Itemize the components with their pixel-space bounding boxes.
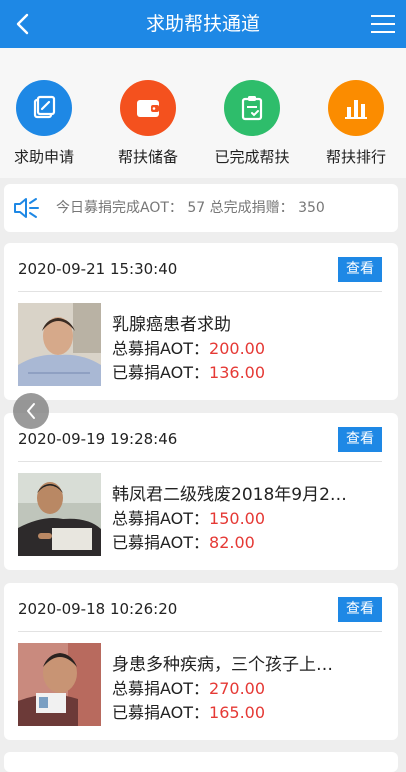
patient-photo xyxy=(18,473,101,556)
card-date: 2020-09-19 19:28:46 xyxy=(18,430,178,448)
quick-action-ranking[interactable]: 帮扶排行 xyxy=(306,80,406,167)
quick-action-label: 帮扶储备 xyxy=(117,148,178,166)
quick-action-label: 帮扶排行 xyxy=(325,148,386,166)
help-request-card[interactable]: 2020-09-19 19:28:46 查看 韩凤君二级残废2018年9月2… … xyxy=(4,413,398,570)
raised-value: 136.00 xyxy=(209,363,266,382)
app-header: 求助帮扶通道 xyxy=(0,0,406,48)
total-value: 150.00 xyxy=(209,509,266,528)
request-title: 身患多种疾病，三个孩子上… xyxy=(112,655,333,675)
floating-back-button[interactable] xyxy=(13,393,49,429)
total-label: 总募捐AOT： xyxy=(112,679,210,698)
wallet-icon xyxy=(120,80,176,136)
card-date: 2020-09-21 15:30:40 xyxy=(18,260,178,278)
patient-photo xyxy=(18,643,101,726)
speaker-icon xyxy=(14,198,39,218)
card-date: 2020-09-18 10:26:20 xyxy=(18,600,178,618)
help-request-card-partial xyxy=(4,752,398,772)
raised-label: 已募捐AOT： xyxy=(112,703,210,722)
raised-amount: 已募捐AOT：136.00 xyxy=(112,359,265,383)
bar-chart-icon xyxy=(328,80,384,136)
view-button[interactable]: 查看 xyxy=(338,427,382,452)
help-request-card[interactable]: 2020-09-21 15:30:40 查看 乳腺癌患者求助 总募捐AOT：20… xyxy=(4,243,398,400)
edit-icon xyxy=(16,80,72,136)
total-amount: 总募捐AOT：270.00 xyxy=(112,675,265,699)
menu-button[interactable] xyxy=(368,10,398,38)
total-value: 270.00 xyxy=(209,679,266,698)
raised-value: 165.00 xyxy=(209,703,266,722)
clipboard-check-icon xyxy=(224,80,280,136)
request-title: 乳腺癌患者求助 xyxy=(112,315,231,335)
quick-action-completed[interactable]: 已完成帮扶 xyxy=(202,80,302,167)
quick-action-reserve[interactable]: 帮扶储备 xyxy=(98,80,198,167)
hamburger-menu-icon xyxy=(371,15,395,33)
chevron-left-icon xyxy=(27,403,35,419)
view-button[interactable]: 查看 xyxy=(338,597,382,622)
raised-label: 已募捐AOT： xyxy=(112,363,210,382)
quick-actions: 求助申请 帮扶储备 已完成帮扶 帮扶排行 xyxy=(0,48,406,178)
divider xyxy=(18,291,382,292)
total-amount: 总募捐AOT：200.00 xyxy=(112,335,265,359)
donation-notice: 今日募捐完成AOT： 57 总完成捐赠： 350 xyxy=(4,184,398,232)
divider xyxy=(18,631,382,632)
view-button[interactable]: 查看 xyxy=(338,257,382,282)
divider xyxy=(18,461,382,462)
page-title: 求助帮扶通道 xyxy=(145,13,260,35)
notice-text: 今日募捐完成AOT： 57 总完成捐赠： 350 xyxy=(56,200,325,216)
total-label: 总募捐AOT： xyxy=(112,509,210,528)
raised-value: 82.00 xyxy=(209,533,255,552)
request-title: 韩凤君二级残废2018年9月2… xyxy=(112,485,347,505)
quick-action-label: 已完成帮扶 xyxy=(214,148,290,166)
total-label: 总募捐AOT： xyxy=(112,339,210,358)
raised-label: 已募捐AOT： xyxy=(112,533,210,552)
quick-action-label: 求助申请 xyxy=(13,148,74,166)
raised-amount: 已募捐AOT：165.00 xyxy=(112,699,265,723)
raised-amount: 已募捐AOT：82.00 xyxy=(112,529,255,553)
quick-action-help-request[interactable]: 求助申请 xyxy=(0,80,94,167)
patient-photo xyxy=(18,303,101,386)
total-value: 200.00 xyxy=(209,339,266,358)
total-amount: 总募捐AOT：150.00 xyxy=(112,505,265,529)
help-request-card[interactable]: 2020-09-18 10:26:20 查看 身患多种疾病，三个孩子上… 总募捐… xyxy=(4,583,398,740)
